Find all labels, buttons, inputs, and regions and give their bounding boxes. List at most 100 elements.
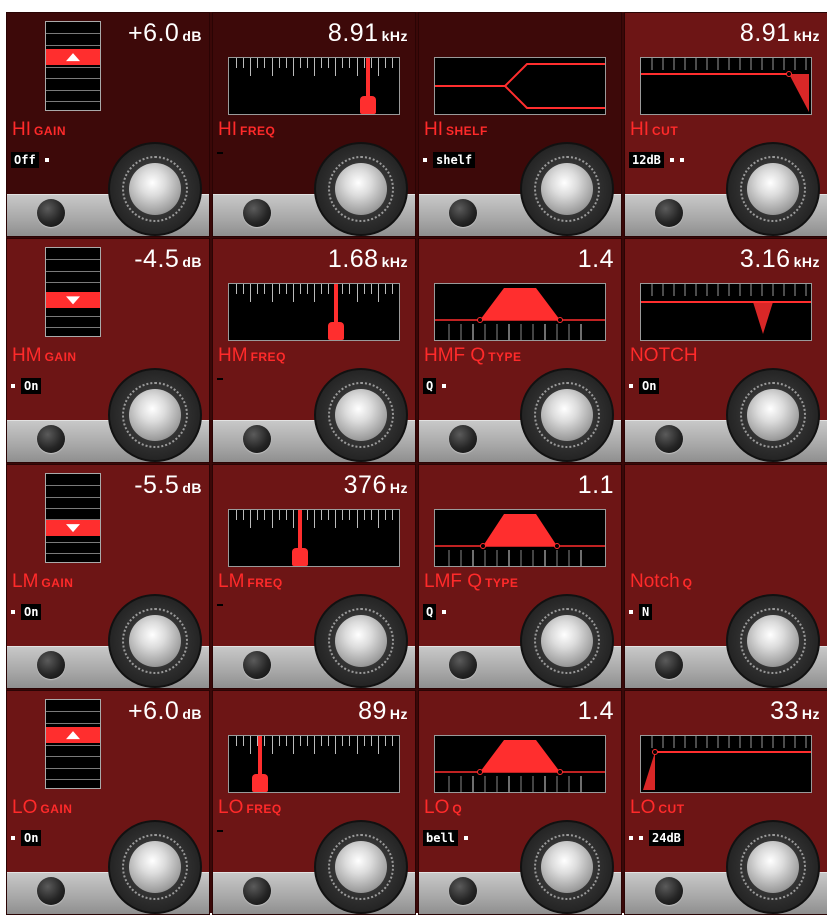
small-knob[interactable] [449, 199, 477, 227]
knob-cap [747, 615, 799, 667]
label-sub: SHELF [446, 124, 488, 138]
mode-value[interactable] [217, 378, 223, 380]
mode-value[interactable]: Q [423, 378, 437, 394]
mode-selector[interactable]: Off [11, 152, 49, 168]
frequency-marker [328, 322, 345, 340]
frequency-marker [251, 774, 268, 792]
mode-value[interactable]: N [639, 604, 653, 620]
small-knob[interactable] [243, 877, 271, 905]
small-knob[interactable] [243, 651, 271, 679]
knob-cap [541, 615, 593, 667]
control-label: HI FREQ [218, 119, 275, 141]
mode-selector[interactable]: 12dB [629, 152, 684, 168]
control-label: LO Q [424, 797, 462, 819]
mode-value[interactable]: Q [423, 604, 437, 620]
mode-value[interactable]: bell [423, 830, 458, 846]
mode-selector[interactable]: N [629, 604, 653, 620]
mode-value[interactable] [217, 604, 223, 606]
scale-tick [264, 284, 266, 294]
scale-tick [250, 510, 252, 528]
small-knob[interactable] [655, 651, 683, 679]
frequency-marker [360, 96, 377, 114]
mode-selector[interactable]: On [11, 378, 42, 394]
rotary-knob[interactable] [314, 820, 408, 914]
mode-selector[interactable]: On [11, 604, 42, 620]
mode-selector[interactable]: 24dB [629, 830, 684, 846]
scale-tick [243, 510, 245, 520]
mode-value[interactable] [217, 152, 223, 154]
mode-value[interactable]: On [21, 378, 42, 394]
rotary-knob[interactable] [314, 368, 408, 462]
label-sub: CUT [658, 802, 685, 816]
mode-value[interactable]: On [21, 604, 42, 620]
rotary-knob[interactable] [314, 594, 408, 688]
value-number: 1.4 [577, 245, 614, 273]
small-knob[interactable] [243, 425, 271, 453]
value-readout: +6.0 dB [128, 19, 202, 48]
cell-fourth-hi: 8.91 kHz HI CUT 12dB [624, 12, 827, 237]
scale-tick [306, 284, 308, 294]
small-knob[interactable] [37, 877, 65, 905]
small-knob[interactable] [655, 199, 683, 227]
mode-selector[interactable] [217, 604, 223, 606]
rotary-knob[interactable] [108, 142, 202, 236]
mode-selector[interactable]: On [629, 378, 660, 394]
locut-curve-display [640, 735, 812, 793]
rotary-knob[interactable] [314, 142, 408, 236]
rotary-knob[interactable] [520, 594, 614, 688]
frequency-pointer [366, 58, 371, 98]
arrow-up-icon [66, 731, 80, 740]
mode-selector[interactable]: shelf [423, 152, 476, 168]
mode-dot [11, 836, 15, 840]
mode-selector[interactable]: On [11, 830, 42, 846]
mode-selector[interactable]: Q [423, 378, 447, 394]
scale-tick [257, 510, 259, 520]
cell-fourth-notch: Notch Q N [624, 464, 827, 689]
rotary-knob[interactable] [726, 368, 820, 462]
small-knob[interactable] [655, 877, 683, 905]
mode-selector[interactable] [217, 830, 223, 832]
scale-tick [236, 58, 238, 68]
small-knob[interactable] [37, 199, 65, 227]
rotary-knob[interactable] [726, 594, 820, 688]
mode-dot [669, 158, 674, 162]
scale-tick [370, 510, 372, 520]
mode-value[interactable]: Off [11, 152, 39, 168]
small-knob[interactable] [37, 651, 65, 679]
small-knob[interactable] [449, 651, 477, 679]
small-knob[interactable] [449, 425, 477, 453]
mode-value[interactable]: 12dB [629, 152, 664, 168]
mode-value[interactable]: On [21, 830, 42, 846]
scale-tick [236, 736, 238, 746]
mode-selector[interactable]: Q [423, 604, 447, 620]
scale-tick [377, 736, 379, 754]
control-label: HM GAIN [12, 345, 77, 367]
rotary-knob[interactable] [520, 142, 614, 236]
value-readout: -5.5 dB [134, 471, 202, 500]
shelf-curve-display [434, 57, 606, 115]
rotary-knob[interactable] [108, 368, 202, 462]
label-sub: GAIN [34, 124, 66, 138]
small-knob[interactable] [449, 877, 477, 905]
rotary-knob[interactable] [520, 368, 614, 462]
rotary-knob[interactable] [108, 594, 202, 688]
small-knob[interactable] [655, 425, 683, 453]
label-main: LMF Q [424, 571, 483, 592]
rotary-knob[interactable] [108, 820, 202, 914]
rotary-knob[interactable] [726, 142, 820, 236]
small-knob[interactable] [243, 199, 271, 227]
mode-value[interactable]: shelf [433, 152, 476, 168]
rotary-knob[interactable] [520, 820, 614, 914]
cell-gain-lo: +6.0 dB LO GAIN On [6, 690, 210, 915]
mode-value[interactable]: On [639, 378, 660, 394]
mode-value[interactable]: 24dB [649, 830, 684, 846]
mode-selector[interactable] [217, 378, 223, 380]
scale-tick [356, 736, 358, 754]
mode-dot [11, 610, 15, 614]
mode-selector[interactable] [217, 152, 223, 154]
rotary-knob[interactable] [726, 820, 820, 914]
scale-tick [328, 736, 330, 746]
small-knob[interactable] [37, 425, 65, 453]
mode-selector[interactable]: bell [423, 830, 468, 846]
mode-value[interactable] [217, 830, 223, 832]
